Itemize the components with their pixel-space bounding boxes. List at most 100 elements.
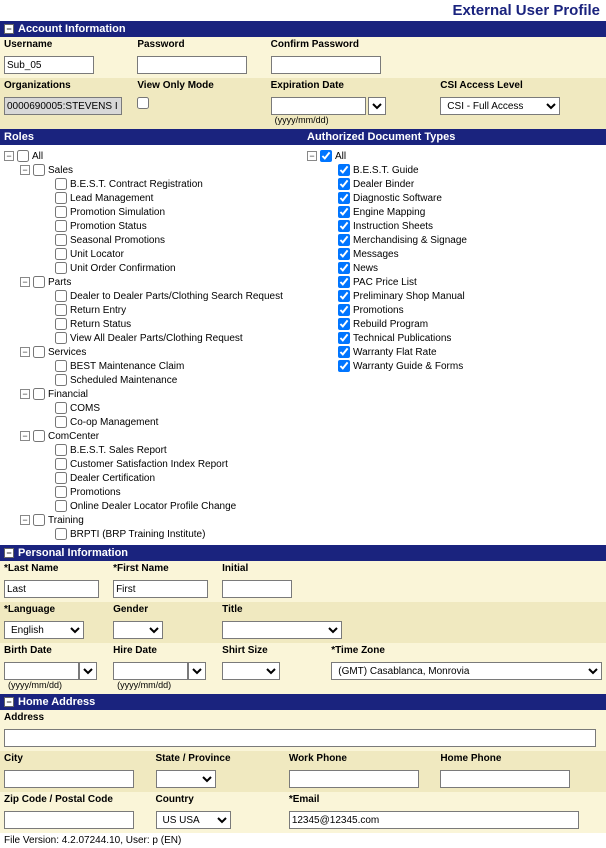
tree-checkbox[interactable] xyxy=(55,500,67,512)
hire-picker[interactable] xyxy=(188,662,206,680)
email-label: *Email xyxy=(289,794,602,805)
tree-checkbox[interactable] xyxy=(338,332,350,344)
tree-checkbox[interactable] xyxy=(338,192,350,204)
tree-checkbox[interactable] xyxy=(338,164,350,176)
confirm-password-input[interactable] xyxy=(271,56,381,74)
tree-label: Engine Mapping xyxy=(353,207,425,218)
tree-label: Financial xyxy=(48,389,88,400)
state-select[interactable] xyxy=(156,770,216,788)
tree-checkbox[interactable] xyxy=(33,346,45,358)
organizations-input[interactable] xyxy=(4,97,122,115)
collapse-icon[interactable]: − xyxy=(4,548,14,558)
tree-checkbox[interactable] xyxy=(338,318,350,330)
username-input[interactable] xyxy=(4,56,94,74)
firstname-input[interactable] xyxy=(113,580,208,598)
lastname-input[interactable] xyxy=(4,580,99,598)
tree-checkbox[interactable] xyxy=(55,528,67,540)
tree-checkbox[interactable] xyxy=(33,388,45,400)
view-only-checkbox[interactable] xyxy=(137,97,149,109)
state-label: State / Province xyxy=(156,753,281,764)
tree-checkbox[interactable] xyxy=(55,234,67,246)
tree-row: Warranty Flat Rate xyxy=(323,345,602,359)
tree-checkbox[interactable] xyxy=(338,234,350,246)
collapse-icon[interactable]: − xyxy=(4,24,14,34)
tree-checkbox[interactable] xyxy=(55,332,67,344)
tree-label: Warranty Guide & Forms xyxy=(353,361,463,372)
tree-label: PAC Price List xyxy=(353,277,417,288)
tree-checkbox[interactable] xyxy=(55,304,67,316)
timezone-select[interactable]: (GMT) Casablanca, Monrovia xyxy=(331,662,602,680)
account-section-header: − Account Information xyxy=(0,21,606,37)
tree-checkbox[interactable] xyxy=(55,192,67,204)
title-select[interactable] xyxy=(222,621,342,639)
tree-checkbox[interactable] xyxy=(55,220,67,232)
personal-section-header: − Personal Information xyxy=(0,545,606,561)
tree-checkbox[interactable] xyxy=(55,206,67,218)
tree-toggle-icon[interactable]: − xyxy=(20,515,30,525)
tree-toggle-icon[interactable]: − xyxy=(4,151,14,161)
address-input[interactable] xyxy=(4,729,596,747)
tree-checkbox[interactable] xyxy=(33,430,45,442)
tree-checkbox[interactable] xyxy=(338,262,350,274)
date-hint: (yyyy/mm/dd) xyxy=(113,680,214,690)
password-input[interactable] xyxy=(137,56,247,74)
city-input[interactable] xyxy=(4,770,134,788)
tree-toggle-icon[interactable]: − xyxy=(20,431,30,441)
tree-checkbox[interactable] xyxy=(55,472,67,484)
tree-checkbox[interactable] xyxy=(338,276,350,288)
birth-picker[interactable] xyxy=(79,662,97,680)
tree-checkbox[interactable] xyxy=(338,346,350,358)
initial-input[interactable] xyxy=(222,580,292,598)
tree-checkbox[interactable] xyxy=(55,416,67,428)
tree-checkbox[interactable] xyxy=(55,360,67,372)
language-select[interactable]: English xyxy=(4,621,84,639)
tree-checkbox[interactable] xyxy=(55,248,67,260)
tree-checkbox[interactable] xyxy=(33,514,45,526)
email-input[interactable] xyxy=(289,811,579,829)
tree-checkbox[interactable] xyxy=(338,220,350,232)
tree-checkbox[interactable] xyxy=(55,486,67,498)
tree-checkbox[interactable] xyxy=(55,318,67,330)
tree-checkbox[interactable] xyxy=(320,150,332,162)
expiration-date-picker[interactable] xyxy=(368,97,386,115)
work-phone-input[interactable] xyxy=(289,770,419,788)
hire-input[interactable] xyxy=(113,662,188,680)
tree-checkbox[interactable] xyxy=(55,178,67,190)
expiration-input[interactable] xyxy=(271,97,366,115)
page-title: External User Profile xyxy=(0,0,606,21)
tree-label: BRPTI (BRP Training Institute) xyxy=(70,529,205,540)
tree-label: COMS xyxy=(70,403,100,414)
tree-toggle-icon[interactable]: − xyxy=(20,165,30,175)
tree-checkbox[interactable] xyxy=(338,248,350,260)
country-select[interactable]: US USA xyxy=(156,811,231,829)
tree-checkbox[interactable] xyxy=(338,304,350,316)
gender-select[interactable] xyxy=(113,621,163,639)
tree-checkbox[interactable] xyxy=(55,444,67,456)
tree-checkbox[interactable] xyxy=(33,164,45,176)
tree-toggle-icon[interactable]: − xyxy=(20,347,30,357)
tree-checkbox[interactable] xyxy=(55,402,67,414)
tree-checkbox[interactable] xyxy=(33,276,45,288)
tree-row: Return Status xyxy=(40,317,299,331)
tree-toggle-icon[interactable]: − xyxy=(307,151,317,161)
tree-checkbox[interactable] xyxy=(55,458,67,470)
tree-row: Seasonal Promotions xyxy=(40,233,299,247)
tree-row: Preliminary Shop Manual xyxy=(323,289,602,303)
tree-checkbox[interactable] xyxy=(17,150,29,162)
tree-toggle-icon[interactable]: − xyxy=(20,277,30,287)
tree-checkbox[interactable] xyxy=(55,262,67,274)
home-phone-input[interactable] xyxy=(440,770,570,788)
zip-input[interactable] xyxy=(4,811,134,829)
tree-checkbox[interactable] xyxy=(338,206,350,218)
tree-row: −ComCenter xyxy=(20,429,299,443)
csi-select[interactable]: CSI - Full Access xyxy=(440,97,560,115)
tree-toggle-icon[interactable]: − xyxy=(20,389,30,399)
birth-input[interactable] xyxy=(4,662,79,680)
tree-checkbox[interactable] xyxy=(338,290,350,302)
shirt-select[interactable] xyxy=(222,662,280,680)
tree-checkbox[interactable] xyxy=(55,374,67,386)
tree-checkbox[interactable] xyxy=(338,178,350,190)
tree-checkbox[interactable] xyxy=(338,360,350,372)
collapse-icon[interactable]: − xyxy=(4,697,14,707)
tree-checkbox[interactable] xyxy=(55,290,67,302)
